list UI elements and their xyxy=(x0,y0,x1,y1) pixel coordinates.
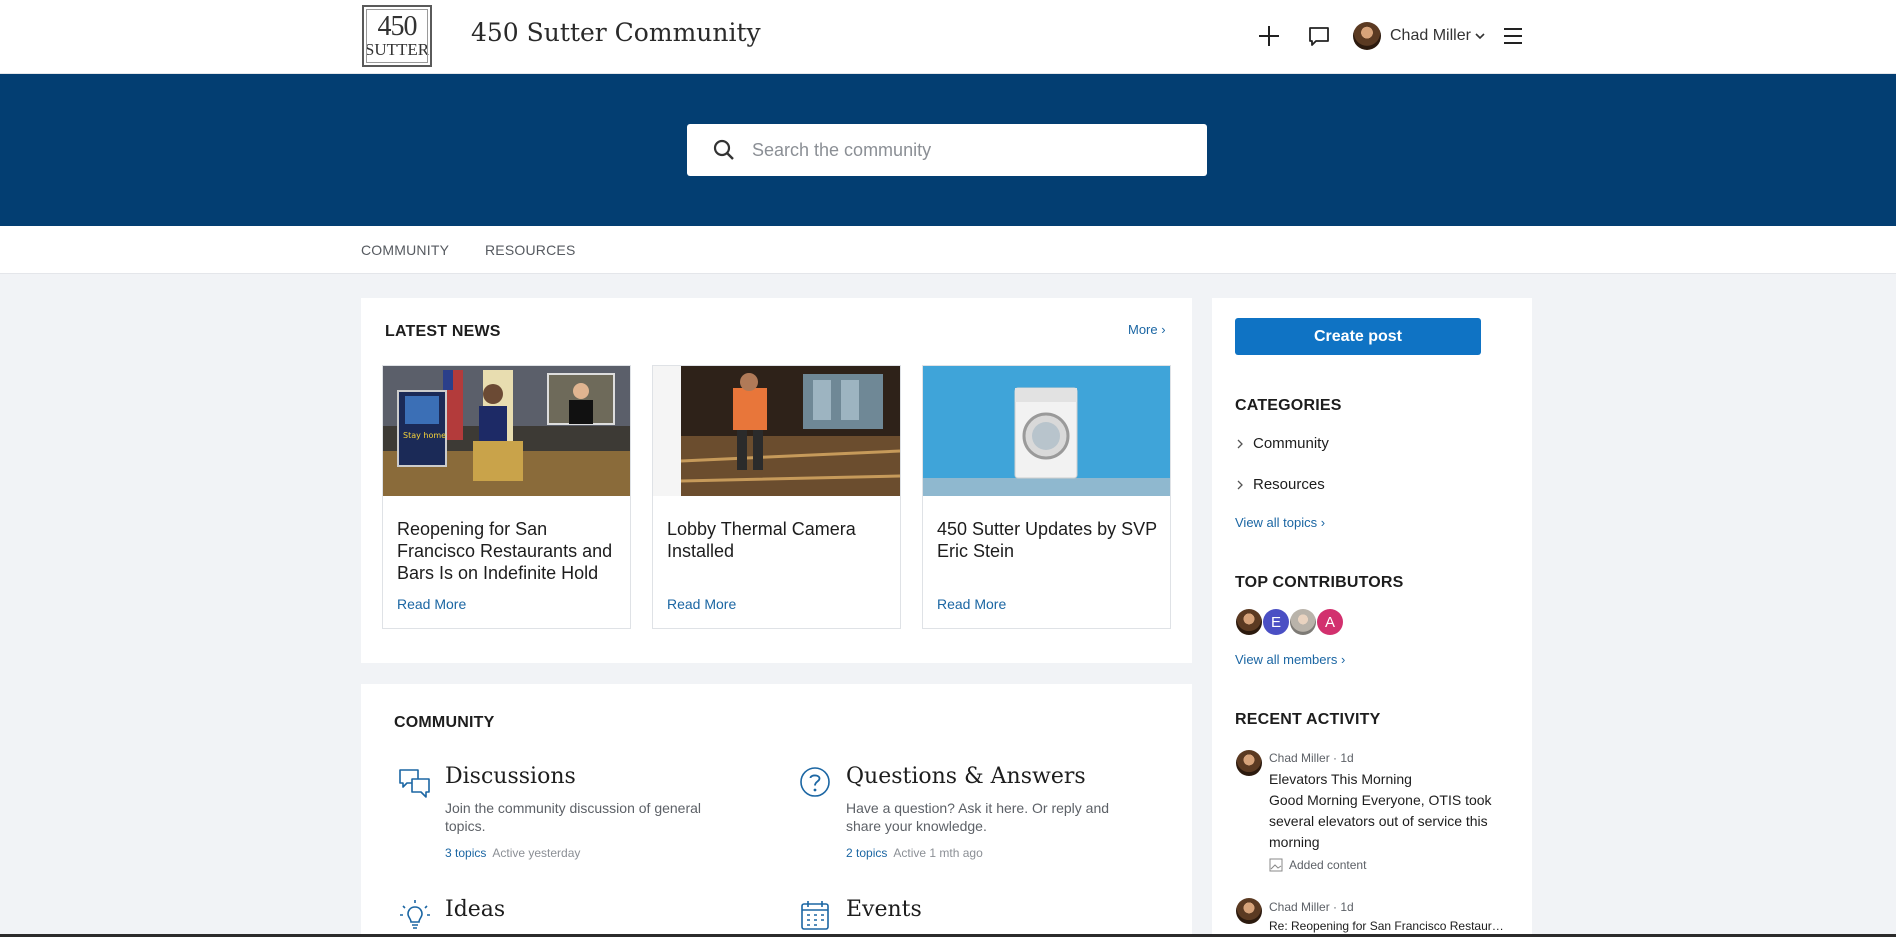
news-item[interactable]: Lobby Thermal Camera Installed Read More xyxy=(652,365,901,629)
read-more-link[interactable]: Read More xyxy=(397,596,466,612)
chevron-right-icon xyxy=(1237,480,1243,489)
category-nav: COMMUNITY RESOURCES xyxy=(0,226,1896,274)
attachment-label: Added content xyxy=(1289,858,1367,872)
hamburger-icon[interactable] xyxy=(1498,21,1528,51)
activity-title[interactable]: Re: Reopening for San Francisco Restaura… xyxy=(1269,919,1509,933)
search-input[interactable] xyxy=(752,139,1152,161)
nav-resources[interactable]: RESOURCES xyxy=(485,242,575,258)
top-header: 450 SUTTER 450 Sutter Community Chad Mil… xyxy=(0,0,1896,74)
contributor-avatar[interactable] xyxy=(1236,609,1262,635)
user-menu[interactable]: Chad Miller xyxy=(1353,21,1486,51)
news-title: Lobby Thermal Camera Installed xyxy=(667,519,856,561)
forum-title-qa[interactable]: Questions & Answers xyxy=(846,764,1086,789)
nav-community[interactable]: COMMUNITY xyxy=(361,242,449,258)
activity-title[interactable]: Elevators This Morning xyxy=(1269,771,1412,787)
chevron-right-icon xyxy=(1237,439,1243,448)
forum-desc: Have a question? Ask it here. Or reply a… xyxy=(846,800,1110,834)
view-all-members-link[interactable]: View all members › xyxy=(1235,652,1345,667)
community-heading: COMMUNITY xyxy=(394,714,495,731)
forum-topics-link[interactable]: 2 topics xyxy=(846,846,887,860)
question-icon xyxy=(800,767,830,797)
news-title: Reopening for San Francisco Restaurants … xyxy=(397,519,613,583)
search-box[interactable] xyxy=(687,124,1207,176)
site-title[interactable]: 450 Sutter Community xyxy=(471,18,761,47)
activity-author[interactable]: Chad Miller xyxy=(1269,900,1330,914)
top-contributors-heading: TOP CONTRIBUTORS xyxy=(1235,574,1404,591)
activity-author[interactable]: Chad Miller xyxy=(1269,751,1330,765)
latest-news-heading: LATEST NEWS xyxy=(385,323,501,340)
activity-time: 1d xyxy=(1340,751,1354,765)
category-item-community[interactable]: Community xyxy=(1235,435,1329,452)
forum-title-events[interactable]: Events xyxy=(846,897,922,922)
categories-heading: CATEGORIES xyxy=(1235,397,1342,414)
chat-bubble-icon[interactable] xyxy=(1304,21,1334,51)
lightbulb-icon xyxy=(400,900,430,929)
view-all-topics-link[interactable]: View all topics › xyxy=(1235,515,1325,530)
read-more-link[interactable]: Read More xyxy=(667,596,736,612)
contributor-avatar[interactable]: A xyxy=(1317,609,1343,635)
plus-icon[interactable] xyxy=(1254,21,1284,51)
forum-title-discussions[interactable]: Discussions xyxy=(445,764,576,789)
site-logo[interactable]: 450 SUTTER xyxy=(362,5,432,67)
activity-attachment: Added content xyxy=(1269,858,1366,872)
create-post-button[interactable]: Create post xyxy=(1235,318,1481,355)
avatar xyxy=(1353,22,1381,50)
news-item[interactable]: 450 Sutter Updates by SVP Eric Stein Rea… xyxy=(922,365,1171,629)
read-more-link[interactable]: Read More xyxy=(937,596,1006,612)
category-label: Resources xyxy=(1253,476,1325,493)
user-name: Chad Miller xyxy=(1390,27,1471,44)
chevron-down-icon xyxy=(1475,33,1485,40)
forum-stats: 2 topics Active 1 mth ago xyxy=(846,846,983,860)
category-label: Community xyxy=(1253,435,1329,452)
news-image-lobby xyxy=(653,366,900,496)
activity-meta: Chad Miller · 1d xyxy=(1269,751,1354,765)
activity-time: 1d xyxy=(1340,900,1354,914)
forum-topics-link[interactable]: 3 topics xyxy=(445,846,486,860)
news-item[interactable]: Stay home Reopening for San Francisco Re… xyxy=(382,365,631,629)
logo-frame xyxy=(366,9,428,63)
forum-title-ideas[interactable]: Ideas xyxy=(445,897,505,922)
forum-active: Active yesterday xyxy=(492,846,581,860)
forum-desc: Join the community discussion of general… xyxy=(445,800,702,834)
calendar-icon xyxy=(801,901,829,930)
image-icon xyxy=(1269,858,1283,872)
news-image-washing-machine xyxy=(923,366,1170,496)
activity-body: Good Morning Everyone, OTIS took several… xyxy=(1269,792,1492,850)
news-more-link[interactable]: More › xyxy=(1128,322,1166,337)
avatar[interactable] xyxy=(1236,750,1262,776)
avatar[interactable] xyxy=(1236,898,1262,924)
svg-text:Stay home: Stay home xyxy=(403,431,446,440)
news-title: 450 Sutter Updates by SVP Eric Stein xyxy=(937,519,1157,561)
contributor-avatar[interactable]: E xyxy=(1263,609,1289,635)
activity-meta: Chad Miller · 1d xyxy=(1269,900,1354,914)
recent-activity-heading: RECENT ACTIVITY xyxy=(1235,711,1381,728)
contributor-avatar[interactable] xyxy=(1290,609,1316,635)
discussions-icon xyxy=(399,769,430,798)
forum-stats: 3 topics Active yesterday xyxy=(445,846,580,860)
forum-active: Active 1 mth ago xyxy=(893,846,983,860)
category-item-resources[interactable]: Resources xyxy=(1235,476,1325,493)
search-icon xyxy=(713,139,734,160)
news-image-press-conference: Stay home xyxy=(383,366,630,496)
